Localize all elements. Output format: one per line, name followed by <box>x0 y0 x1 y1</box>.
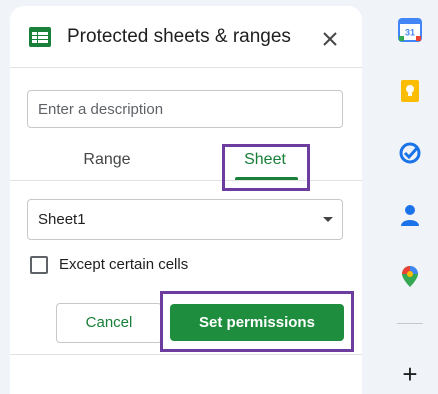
set-permissions-highlight <box>160 291 354 352</box>
sheet-select-value: Sheet1 <box>38 211 86 228</box>
except-cells-checkbox[interactable] <box>30 256 48 274</box>
side-divider <box>397 323 423 324</box>
close-icon <box>323 32 337 46</box>
sheets-icon <box>29 27 51 47</box>
sheet-tab-highlight <box>222 144 310 191</box>
maps-icon[interactable] <box>398 264 422 288</box>
keep-icon[interactable] <box>398 79 422 103</box>
close-button[interactable] <box>318 27 342 51</box>
sheet-select[interactable]: Sheet1 <box>27 199 343 240</box>
description-input[interactable] <box>27 90 343 128</box>
footer-divider <box>10 354 362 355</box>
calendar-icon[interactable]: 31 <box>398 18 422 42</box>
contacts-icon[interactable] <box>398 203 422 227</box>
add-icon[interactable]: + <box>398 361 422 387</box>
cancel-button[interactable]: Cancel <box>56 303 162 343</box>
except-cells-label: Except certain cells <box>59 256 189 273</box>
header-divider <box>10 67 362 68</box>
dropdown-arrow-icon <box>323 217 333 222</box>
panel-title: Protected sheets & ranges <box>67 26 291 47</box>
tasks-icon[interactable] <box>398 141 422 165</box>
calendar-day: 31 <box>405 28 415 38</box>
tab-range[interactable]: Range <box>32 145 182 175</box>
